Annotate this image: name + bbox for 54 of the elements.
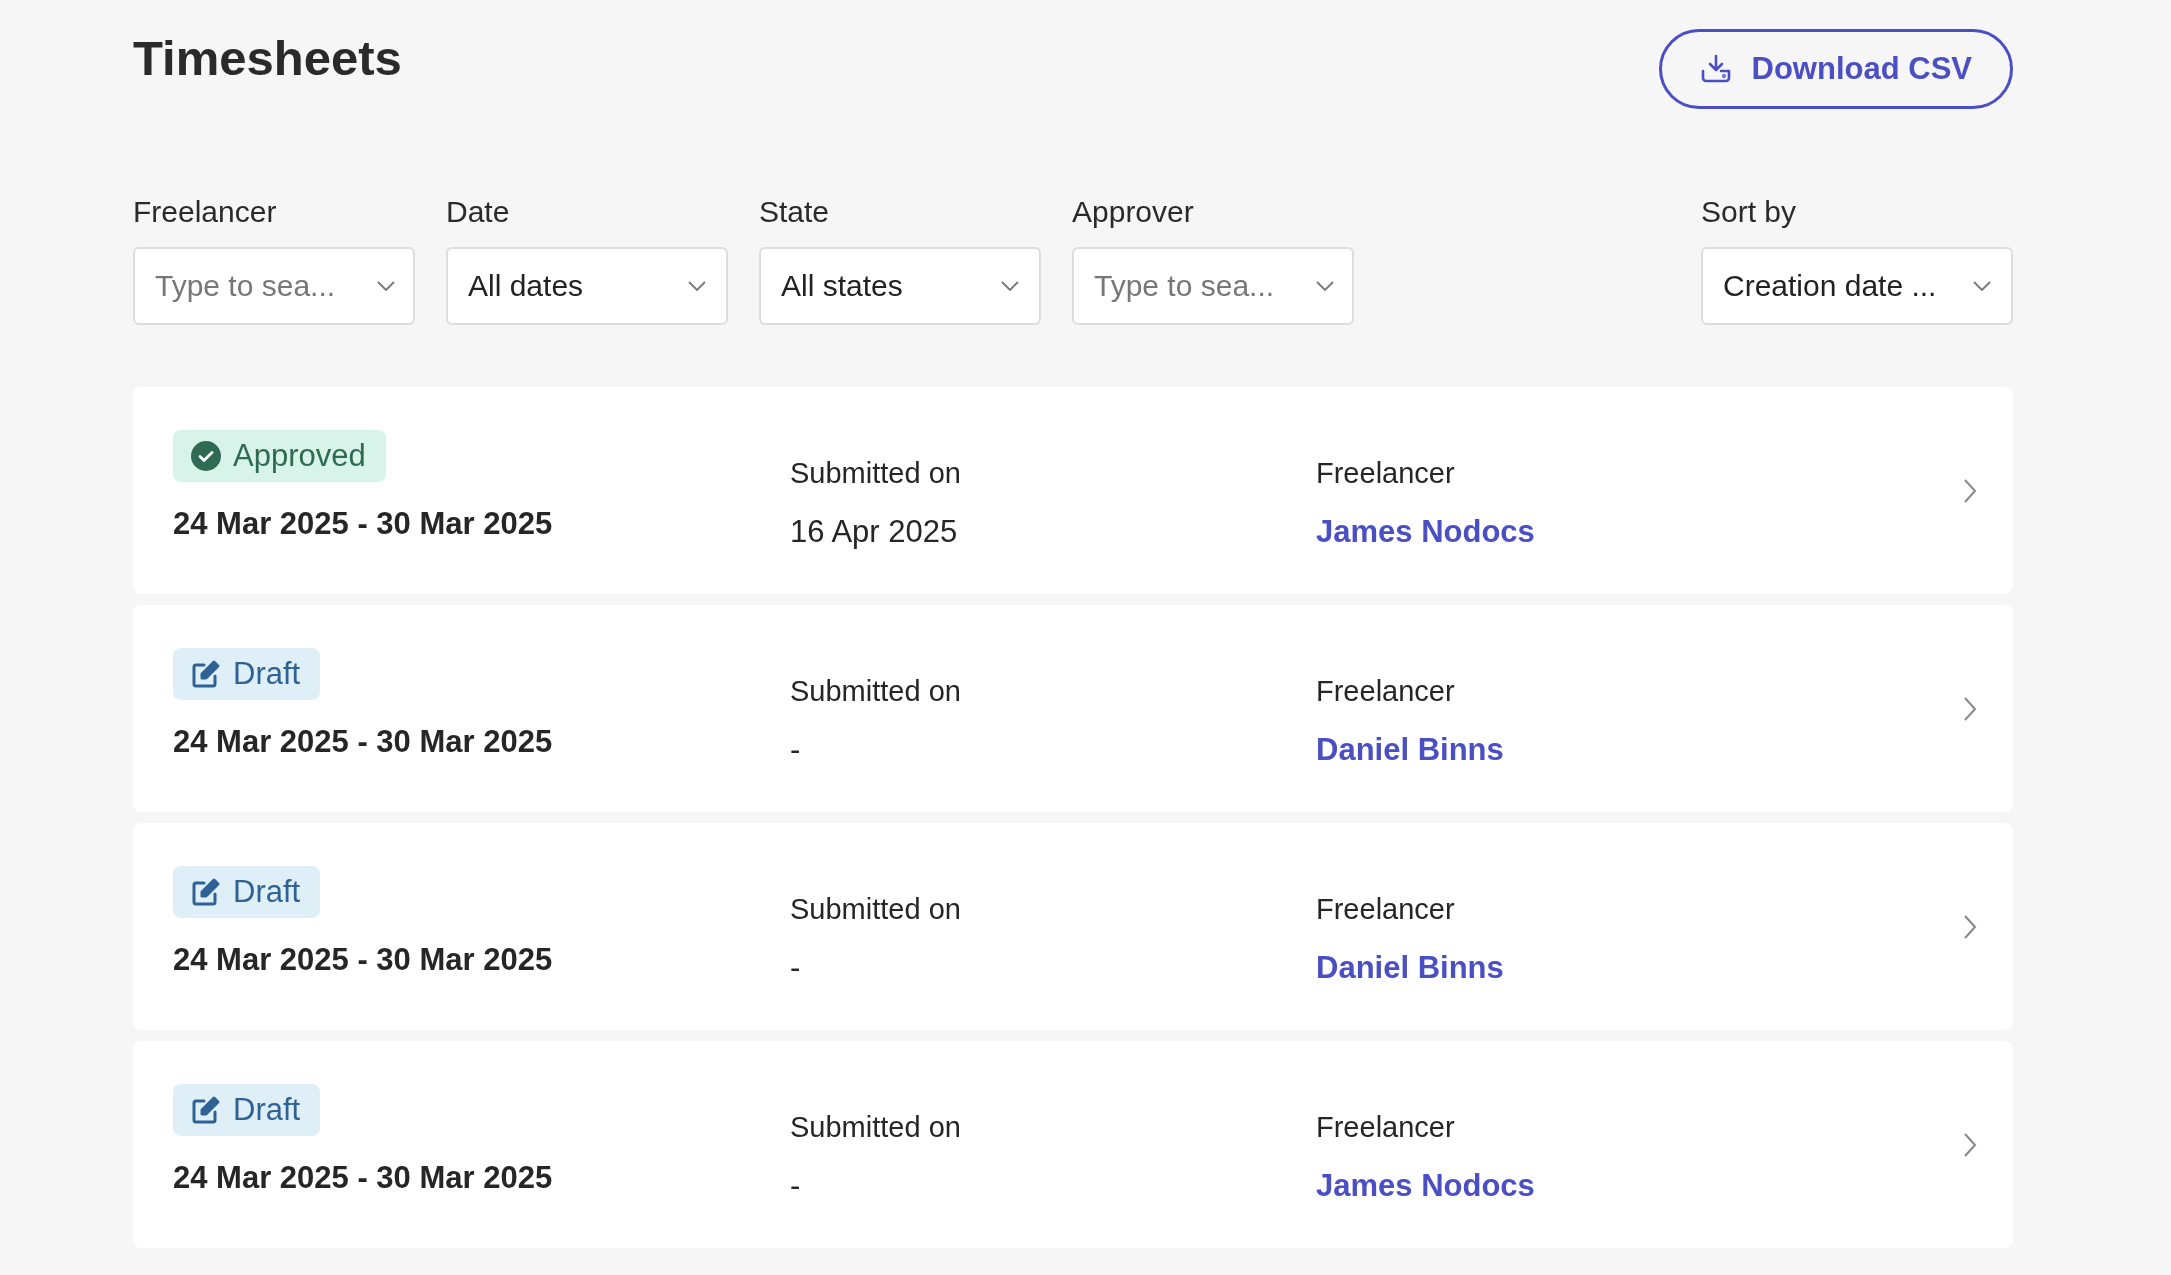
- filter-label: Approver: [1072, 195, 1195, 229]
- submitted-date: -: [790, 1168, 802, 1204]
- chevron-right-icon: [1963, 695, 1977, 722]
- submitted-label: Submitted on: [790, 1111, 962, 1144]
- chevron-down-icon: [1316, 281, 1334, 291]
- submitted-date: -: [790, 732, 802, 768]
- date-range: 24 Mar 2025 - 30 Mar 2025: [173, 941, 553, 978]
- date-range: 24 Mar 2025 - 30 Mar 2025: [173, 723, 553, 760]
- filter-label: Date: [446, 195, 511, 229]
- status-badge: Draft: [173, 865, 321, 918]
- chevron-right-icon: [1963, 477, 1977, 504]
- timesheet-card[interactable]: Approved 24 Mar 2025 - 30 Mar 2025 Submitted on 16 Apr 2025 Freelancer James Nodocs: [133, 387, 2013, 594]
- status-badge: Approved: [173, 429, 386, 482]
- date-range: 24 Mar 2025 - 30 Mar 2025: [173, 505, 553, 542]
- dropdown[interactable]: All dates: [446, 247, 728, 325]
- download-icon: [1699, 54, 1732, 84]
- status-badge: Draft: [173, 647, 321, 700]
- timesheet-card[interactable]: Draft 24 Mar 2025 - 30 Mar 2025 Submitted on - Freelancer James Nodocs: [133, 1041, 2013, 1248]
- chevron-right-icon: [1963, 913, 1977, 940]
- freelancer-label: Freelancer: [1316, 1111, 1456, 1144]
- submitted-label: Submitted on: [790, 457, 962, 490]
- submitted-label: Submitted on: [790, 675, 962, 708]
- chevron-down-icon: [377, 281, 395, 291]
- submitted-date: -: [790, 950, 802, 986]
- timesheet-card[interactable]: Draft 24 Mar 2025 - 30 Mar 2025 Submitted on - Freelancer Daniel Binns: [133, 605, 2013, 812]
- filter-label: State: [759, 195, 831, 229]
- dropdown[interactable]: All states: [759, 247, 1041, 325]
- sort-dropdown[interactable]: Creation date ...: [1701, 247, 2013, 325]
- freelancer-link[interactable]: James Nodocs: [1316, 514, 1963, 550]
- submitted-label: Submitted on: [790, 893, 962, 926]
- chevron-down-icon: [688, 281, 706, 291]
- freelancer-label: Freelancer: [1316, 675, 1456, 708]
- submitted-date: 16 Apr 2025: [790, 514, 959, 550]
- check-circle-icon: [191, 440, 221, 471]
- freelancer-label: Freelancer: [1316, 893, 1456, 926]
- search-field[interactable]: Type to sea...: [133, 247, 415, 325]
- page-title: Timesheets: [133, 30, 402, 86]
- freelancer-link[interactable]: Daniel Binns: [1316, 732, 1963, 768]
- freelancer-label: Freelancer: [1316, 457, 1456, 490]
- search-field[interactable]: Type to sea...: [1072, 247, 1354, 325]
- chevron-down-icon: [1001, 281, 1019, 291]
- freelancer-link[interactable]: James Nodocs: [1316, 1168, 1963, 1204]
- status-badge: Draft: [173, 1083, 321, 1136]
- freelancer-link[interactable]: Daniel Binns: [1316, 950, 1963, 986]
- chevron-down-icon: [1973, 281, 1991, 291]
- filter-label: Freelancer: [133, 195, 278, 229]
- edit-icon: [191, 876, 221, 907]
- download-csv-button[interactable]: Download CSV: [1658, 29, 2013, 109]
- sort-label: Sort by: [1701, 195, 1798, 229]
- date-range: 24 Mar 2025 - 30 Mar 2025: [173, 1159, 553, 1196]
- edit-icon: [191, 1094, 221, 1125]
- edit-icon: [191, 658, 221, 689]
- timesheet-card[interactable]: Draft 24 Mar 2025 - 30 Mar 2025 Submitted on - Freelancer Daniel Binns: [133, 823, 2013, 1030]
- chevron-right-icon: [1963, 1131, 1977, 1158]
